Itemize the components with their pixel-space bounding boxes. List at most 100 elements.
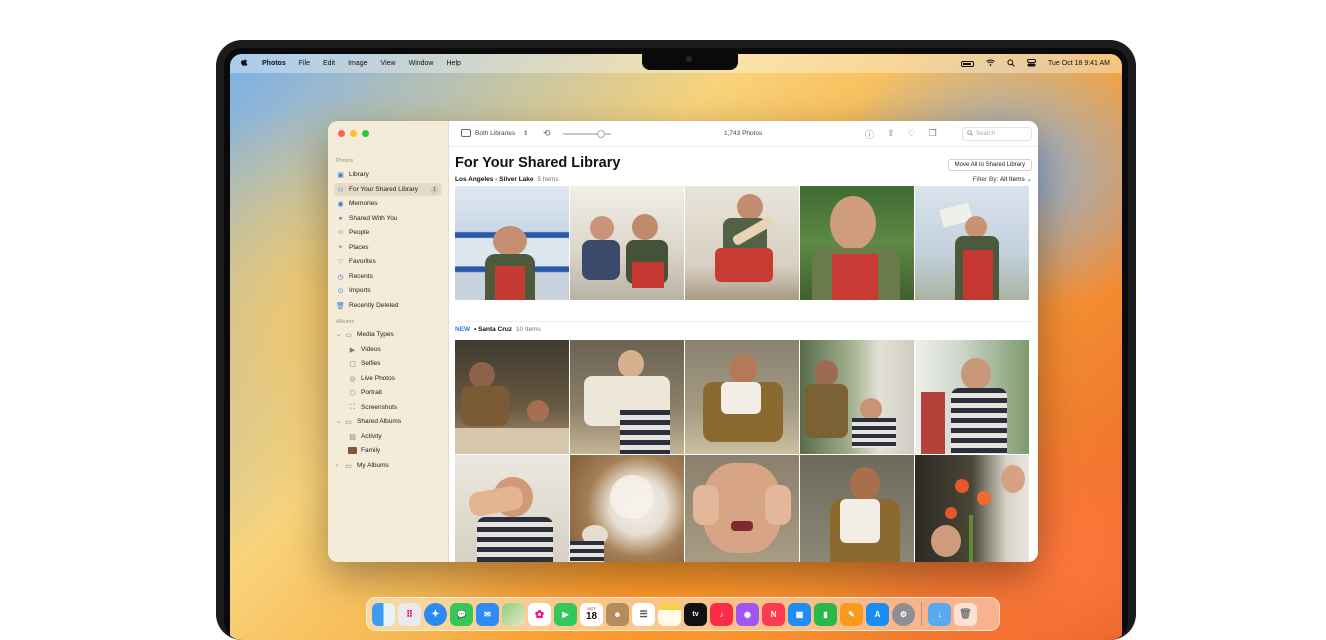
- menu-file[interactable]: File: [299, 60, 310, 67]
- photo-thumbnail[interactable]: [800, 340, 914, 454]
- photo-thumbnail[interactable]: [570, 455, 684, 562]
- sidebar-item-memories[interactable]: ◉ Memories: [334, 197, 442, 210]
- messages-icon[interactable]: 💬: [450, 602, 473, 626]
- system-settings-icon[interactable]: ⚙: [892, 602, 915, 626]
- mail-icon[interactable]: ✉: [476, 602, 499, 626]
- news-icon[interactable]: N: [762, 602, 785, 626]
- music-icon[interactable]: ♪: [710, 602, 733, 626]
- sidebar-item-live-photos[interactable]: ◎ Live Photos: [334, 372, 442, 385]
- sidebar-item-portrait[interactable]: ⬡ Portrait: [334, 386, 442, 399]
- zoom-slider-knob[interactable]: [597, 130, 605, 138]
- safari-icon[interactable]: ✦: [424, 602, 447, 626]
- section-divider: [455, 321, 1032, 322]
- podcasts-icon[interactable]: ◉: [736, 602, 759, 626]
- apple-menu-icon[interactable]: [240, 58, 250, 69]
- photo-thumbnail[interactable]: [915, 455, 1029, 562]
- photo-thumbnail[interactable]: [915, 340, 1029, 454]
- camera-notch: [642, 54, 738, 70]
- photo-thumbnail[interactable]: [685, 186, 799, 300]
- notes-icon[interactable]: [658, 602, 681, 626]
- chevron-down-icon[interactable]: ⌄: [336, 418, 344, 425]
- chevron-right-icon[interactable]: ›: [336, 463, 344, 469]
- app-store-icon[interactable]: A: [866, 602, 889, 626]
- sidebar-item-imports[interactable]: ⊙ Imports: [334, 284, 442, 297]
- maps-icon[interactable]: [502, 602, 525, 626]
- sidebar-item-screenshots[interactable]: ⛶ Screenshots: [334, 401, 442, 414]
- minimize-button[interactable]: [350, 130, 357, 137]
- menu-window[interactable]: Window: [409, 60, 434, 67]
- menu-help[interactable]: Help: [447, 60, 461, 67]
- control-center-icon[interactable]: [1027, 58, 1036, 69]
- sidebar-item-people[interactable]: ☺ People: [334, 226, 442, 239]
- zoom-slider[interactable]: [563, 130, 611, 138]
- search-icon: [967, 130, 973, 138]
- contacts-icon[interactable]: ☻: [606, 602, 629, 626]
- sidebar-item-media-types[interactable]: ⌄ ▭ Media Types: [334, 328, 442, 341]
- sidebar-item-selfies[interactable]: ▢ Selfies: [334, 357, 442, 370]
- tv-icon[interactable]: tv: [684, 602, 707, 626]
- photo-thumbnail[interactable]: [800, 186, 914, 300]
- battery-icon[interactable]: [961, 60, 974, 67]
- sidebar-section-albums: Albums: [336, 319, 355, 325]
- photo-thumbnail[interactable]: [455, 455, 569, 562]
- menu-edit[interactable]: Edit: [323, 60, 335, 67]
- sidebar-item-shared-library[interactable]: ⚇ For Your Shared Library 1: [334, 183, 442, 196]
- sidebar-item-favorites[interactable]: ♡ Favorites: [334, 255, 442, 268]
- sidebar-item-shared-albums[interactable]: ⌄ ▭ Shared Albums: [334, 415, 442, 428]
- photo-thumbnail[interactable]: [915, 186, 1029, 300]
- sidebar-item-family[interactable]: Family: [334, 444, 442, 457]
- reminders-icon[interactable]: ☰: [632, 602, 655, 626]
- zoom-button[interactable]: [362, 130, 369, 137]
- menu-view[interactable]: View: [381, 60, 396, 67]
- photo-thumbnail[interactable]: [685, 340, 799, 454]
- numbers-icon[interactable]: ▮: [814, 602, 837, 626]
- menu-photos[interactable]: Photos: [262, 60, 286, 67]
- trash-icon[interactable]: 🗑: [954, 602, 977, 626]
- launchpad-icon[interactable]: ⠿: [398, 602, 421, 626]
- search-field[interactable]: Search: [962, 127, 1032, 141]
- dock-divider: [921, 602, 922, 626]
- facetime-icon[interactable]: ▶: [554, 602, 577, 626]
- search-icon[interactable]: [1007, 58, 1015, 69]
- photo-thumbnail[interactable]: [455, 186, 569, 300]
- menu-datetime[interactable]: Tue Oct 18 9:41 AM: [1048, 60, 1110, 67]
- close-button[interactable]: [338, 130, 345, 137]
- sidebar-item-label: Portrait: [361, 389, 382, 396]
- sidebar-item-videos[interactable]: ▶ Videos: [334, 343, 442, 356]
- library-icon: [461, 129, 471, 137]
- photo-thumbnail[interactable]: [570, 186, 684, 300]
- photos-icon[interactable]: ✿: [528, 602, 551, 626]
- info-icon[interactable]: ⓘ: [865, 128, 874, 141]
- sidebar-item-recents[interactable]: ◷ Recents: [334, 270, 442, 283]
- photo-thumbnail[interactable]: [570, 340, 684, 454]
- sidebar-item-shared-with-you[interactable]: ⚭ Shared With You: [334, 212, 442, 225]
- menu-image[interactable]: Image: [348, 60, 367, 67]
- sidebar-item-recently-deleted[interactable]: 🗑 Recently Deleted: [334, 299, 442, 312]
- filter-menu[interactable]: Filter By: All Items ⌄: [973, 175, 1032, 183]
- sidebar-item-my-albums[interactable]: › ▭ My Albums: [334, 459, 442, 472]
- album-thumbnail-icon: [348, 446, 357, 455]
- photo-thumbnail[interactable]: [455, 340, 569, 454]
- chevron-down-icon[interactable]: ⌄: [336, 331, 344, 338]
- wifi-icon[interactable]: [986, 59, 995, 68]
- sidebar-item-library[interactable]: ▣ Library: [334, 168, 442, 181]
- finder-icon[interactable]: [372, 602, 395, 626]
- sidebar-item-label: My Albums: [357, 462, 389, 469]
- sidebar-item-activity[interactable]: ▤ Activity: [334, 430, 442, 443]
- heart-icon[interactable]: ♡: [908, 128, 916, 141]
- photo-thumbnail[interactable]: [800, 455, 914, 562]
- camera-icon: [686, 56, 692, 62]
- laptop-inner: Photos File Edit Image View Window Help: [224, 48, 1128, 640]
- downloads-folder-icon[interactable]: ↓: [928, 602, 951, 626]
- duplicate-icon[interactable]: ❐: [929, 128, 937, 141]
- library-selector[interactable]: Both Libraries ⇕: [461, 129, 528, 137]
- move-all-button[interactable]: Move All to Shared Library: [947, 159, 1032, 171]
- share-icon[interactable]: ⇪: [887, 128, 895, 141]
- photo-thumbnail[interactable]: [685, 455, 799, 562]
- pages-icon[interactable]: ✎: [840, 602, 863, 626]
- trash-icon: 🗑: [336, 302, 345, 310]
- sidebar-item-places[interactable]: ⌖ Places: [334, 241, 442, 254]
- rotate-icon[interactable]: ⟲: [543, 128, 551, 139]
- calendar-icon[interactable]: OCT 18: [580, 602, 603, 626]
- keynote-icon[interactable]: ▦: [788, 602, 811, 626]
